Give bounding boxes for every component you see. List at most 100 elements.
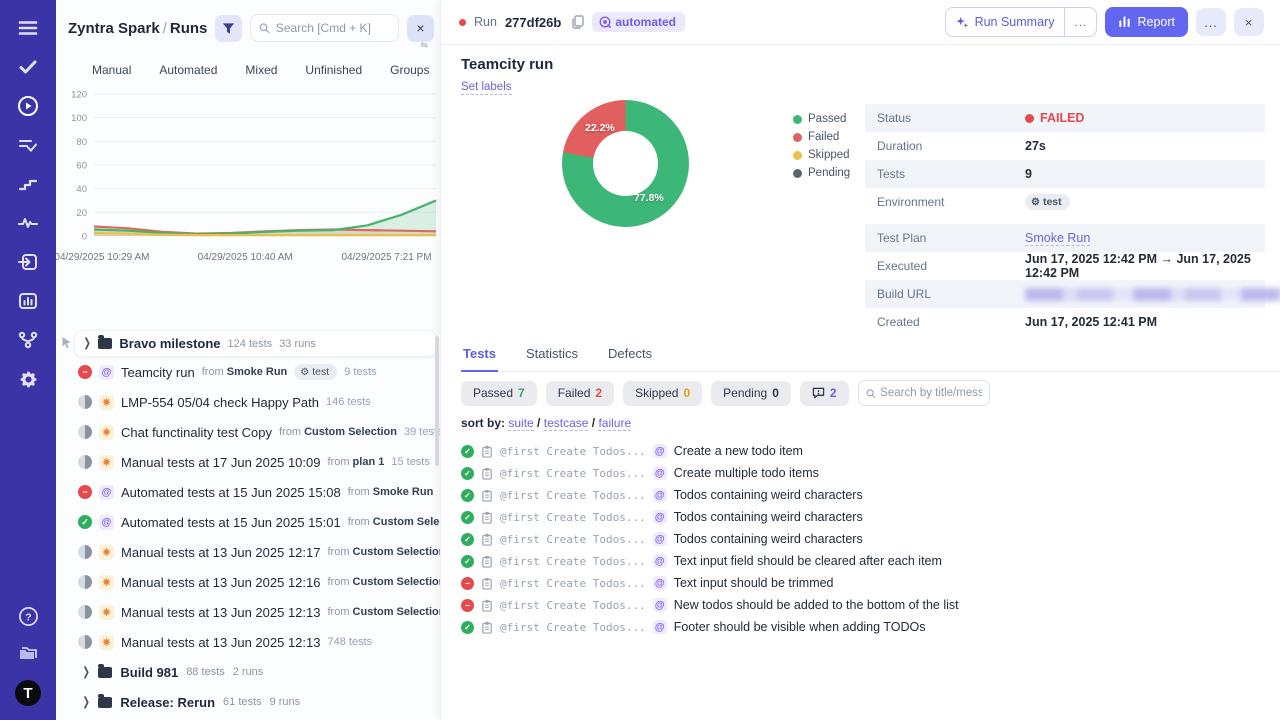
environment-badge[interactable]: ⚙ test <box>294 364 338 380</box>
run-row[interactable]: ✷ Manual tests at 13 Jun 2025 12:17 from C… <box>56 537 440 567</box>
tab-mixed[interactable]: Mixed <box>231 63 291 77</box>
test-row[interactable]: ✓ @first Create Todos... @ Todos containing… <box>461 528 959 550</box>
tab-defects[interactable]: Defects <box>606 346 654 371</box>
run-row[interactable]: − @ Automated tests at 15 Jun 2025 15:08 fr… <box>56 477 440 507</box>
environment-badge[interactable]: ⚙ test <box>1025 194 1070 210</box>
close-panel-button[interactable]: × <box>407 14 434 42</box>
scrollbar-thumb[interactable] <box>435 336 439 466</box>
more-actions-button[interactable]: ... <box>1196 8 1226 36</box>
report-button[interactable]: Report <box>1105 7 1188 37</box>
tab-manual[interactable]: Manual <box>78 63 145 77</box>
settings-nav-button[interactable] <box>15 367 41 391</box>
test-row[interactable]: ✓ @first Create Todos... @ Footer should be… <box>461 616 959 638</box>
detail-row-test-plan: Test Plan Smoke Run <box>865 224 1265 252</box>
donut-hole <box>593 131 658 196</box>
sort-row: sort by: suite / testcase / failure <box>461 416 632 431</box>
x-tick-label: 04/29/2025 10:40 AM <box>197 252 293 263</box>
filter-label: Failed <box>557 386 591 400</box>
runs-nav-button[interactable] <box>15 94 41 118</box>
filter-skipped[interactable]: Skipped 0 <box>623 380 703 406</box>
folder-name: Release: Rerun <box>120 694 216 710</box>
filter-failed[interactable]: Failed 2 <box>545 380 615 406</box>
run-title: Manual tests at 13 Jun 2025 12:13 <box>121 634 321 650</box>
automated-icon: @ <box>652 510 667 524</box>
run-row[interactable]: ✷ Manual tests at 13 Jun 2025 12:16 from C… <box>56 567 440 597</box>
test-row[interactable]: − @first Create Todos... @ Text input shoul… <box>461 572 959 594</box>
run-summary-more-button[interactable]: ... <box>1064 8 1096 36</box>
close-run-button[interactable]: × <box>1234 8 1264 36</box>
runs-search[interactable] <box>250 14 399 42</box>
run-row[interactable]: ✷ Manual tests at 17 Jun 2025 10:09 from p… <box>56 447 440 477</box>
gear-icon: ⚙ <box>300 366 310 378</box>
filter-comments[interactable]: 2 <box>799 380 849 406</box>
tab-unfinished[interactable]: Unfinished <box>291 63 376 77</box>
run-row[interactable]: ✓ @ Automated tests at 15 Jun 2025 15:01 fr… <box>56 507 440 537</box>
activity-nav-button[interactable] <box>15 211 41 235</box>
filter-button[interactable] <box>215 14 243 42</box>
test-row[interactable]: ✓ @first Create Todos... @ Todos containing… <box>461 484 959 506</box>
automated-type-icon: @ <box>99 514 114 530</box>
test-row[interactable]: ✓ @first Create Todos... @ Text input field… <box>461 550 959 572</box>
tab-statistics[interactable]: Statistics <box>524 346 580 371</box>
resize-handle-icon[interactable]: ⇋ <box>420 40 428 51</box>
milestone-folder-row[interactable]: ❯ Bravo milestone 124 tests 33 runs <box>62 330 437 357</box>
run-id: 277df26b <box>504 14 562 30</box>
test-search-input[interactable] <box>880 387 982 399</box>
run-title: Manual tests at 13 Jun 2025 12:13 <box>121 604 321 620</box>
sort-by-failure[interactable]: failure <box>598 416 632 431</box>
detail-row-tests: Tests 9 <box>865 160 1265 188</box>
tests-nav-button[interactable] <box>15 55 41 79</box>
sort-by-testcase[interactable]: testcase <box>543 416 589 431</box>
analytics-nav-button[interactable] <box>15 289 41 313</box>
page-title: Runs <box>169 19 208 37</box>
tab-groups[interactable]: Groups <box>376 63 440 77</box>
branches-nav-button[interactable] <box>15 328 41 352</box>
sort-by-suite[interactable]: suite <box>508 416 534 431</box>
detail-value[interactable]: Smoke Run <box>1025 231 1091 246</box>
filter-passed[interactable]: Passed 7 <box>461 380 537 406</box>
test-plan-link[interactable]: Smoke Run <box>1025 231 1091 246</box>
projects-button[interactable] <box>15 642 41 666</box>
run-title: Automated tests at 15 Jun 2025 15:08 <box>121 484 341 500</box>
test-row[interactable]: ✓ @first Create Todos... @ Create multiple … <box>461 462 959 484</box>
tab-tests[interactable]: Tests <box>461 346 498 372</box>
menu-button[interactable] <box>15 16 41 40</box>
run-title: Manual tests at 13 Jun 2025 12:17 <box>121 544 321 560</box>
svg-text:0: 0 <box>82 232 87 243</box>
build-url-redacted[interactable] <box>1025 287 1280 301</box>
search-input[interactable] <box>275 21 390 35</box>
filter-count: 2 <box>595 386 603 400</box>
legend-dot <box>793 132 802 142</box>
help-button[interactable]: ? <box>15 604 41 628</box>
automated-badge[interactable]: automated <box>592 12 685 32</box>
project-name[interactable]: Zyntra Spark <box>68 20 160 37</box>
copy-run-id-button[interactable] <box>571 15 585 29</box>
test-row[interactable]: − @first Create Todos... @ New todos should… <box>461 594 959 616</box>
run-row[interactable]: ✷ Manual tests at 13 Jun 2025 12:13 from C… <box>56 597 440 627</box>
run-row[interactable]: ✷ Chat functinality test Copy from Custom … <box>56 417 440 447</box>
cases-nav-button[interactable] <box>15 133 41 157</box>
test-search[interactable] <box>857 380 990 406</box>
clipboard-icon <box>481 445 493 458</box>
filter-label: Passed <box>473 386 514 400</box>
folder-row[interactable]: ❯ Release: Rerun 61 tests 9 runs <box>56 687 440 717</box>
chevron-right-icon[interactable]: ❯ <box>83 337 91 350</box>
run-row[interactable]: ✷ LMP-554 05/04 check Happy Path 146 tests <box>56 387 440 417</box>
run-row[interactable]: − @ Teamcity run from Smoke Run ⚙ test 9 tests <box>56 357 440 387</box>
folder-row[interactable]: ❯ Build 981 88 tests 2 runs <box>56 657 440 687</box>
steps-nav-button[interactable] <box>15 172 41 196</box>
chevron-right-icon[interactable]: ❯ <box>82 665 90 678</box>
filter-pending[interactable]: Pending 0 <box>711 380 791 406</box>
test-row[interactable]: ✓ @first Create Todos... @ Todos containing… <box>461 506 959 528</box>
run-summary-button[interactable]: Run Summary <box>946 8 1065 36</box>
chevron-right-icon[interactable]: ❯ <box>82 695 90 708</box>
import-nav-button[interactable] <box>15 250 41 274</box>
test-title: Text input field should be cleared after… <box>673 554 942 568</box>
tab-automated[interactable]: Automated <box>145 63 231 77</box>
run-row[interactable]: ✷ Manual tests at 13 Jun 2025 12:13 748 te… <box>56 627 440 657</box>
manual-type-icon: ✷ <box>99 604 114 620</box>
app-logo[interactable]: T <box>15 680 41 706</box>
test-row[interactable]: ✓ @first Create Todos... @ Create a new tod… <box>461 440 959 462</box>
set-labels-link[interactable]: Set labels <box>461 81 512 95</box>
folder-tests-count: 61 tests <box>223 696 262 708</box>
